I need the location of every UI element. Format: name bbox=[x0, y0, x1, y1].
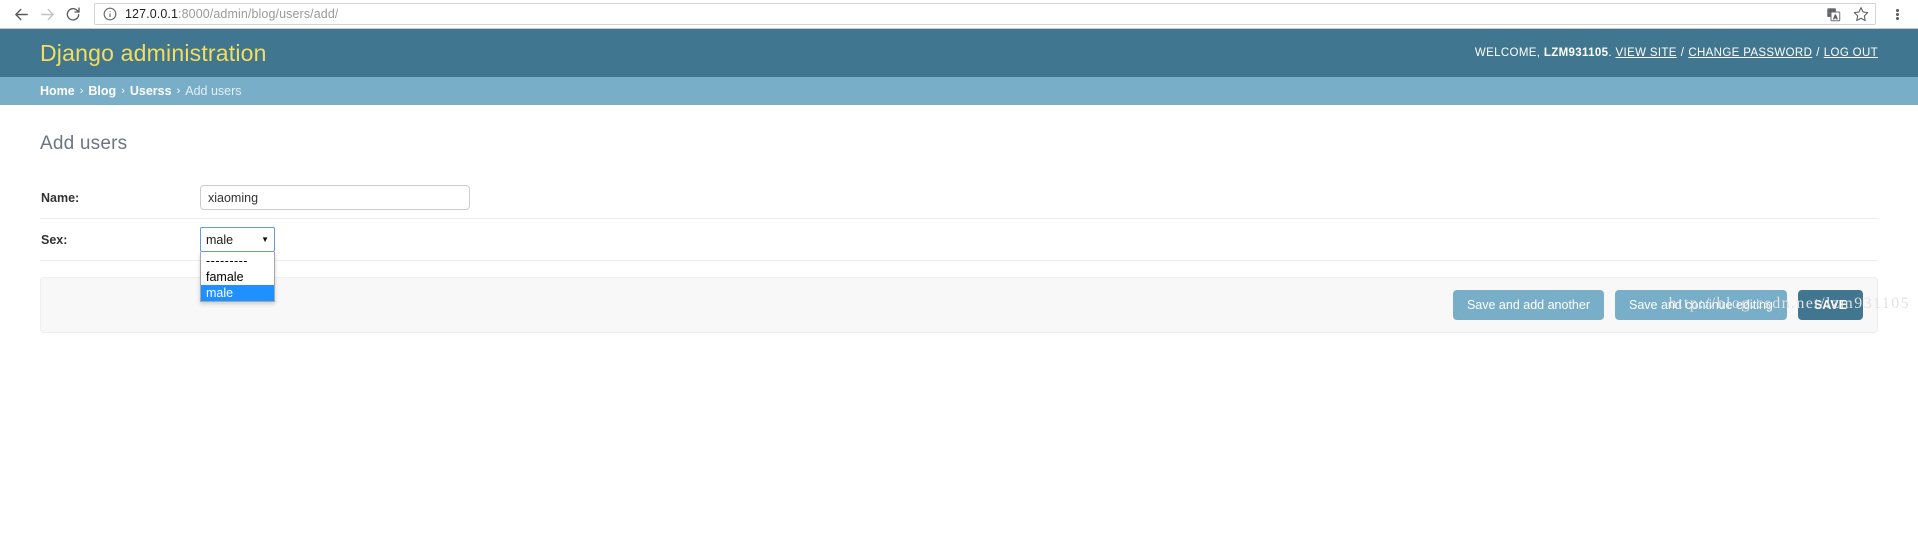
link-separator-1: / bbox=[1680, 47, 1685, 59]
watermark-text: http://blog.csdn.net/lzm931105 bbox=[1668, 295, 1910, 312]
sex-select[interactable]: male ▼ bbox=[200, 227, 275, 252]
browser-toolbar: 127.0.0.1:8000/admin/blog/users/add/ 文 A bbox=[0, 0, 1918, 29]
address-bar[interactable]: 127.0.0.1:8000/admin/blog/users/add/ 文 A bbox=[94, 3, 1876, 25]
site-branding[interactable]: Django administration bbox=[40, 40, 267, 67]
url-text: 127.0.0.1:8000/admin/blog/users/add/ bbox=[125, 7, 338, 21]
submit-row: Save and add another Save and continue e… bbox=[40, 277, 1878, 333]
sex-select-wrapper: male ▼ --------- famale male bbox=[200, 227, 275, 302]
log-out-link[interactable]: LOG OUT bbox=[1824, 47, 1878, 59]
forward-button[interactable] bbox=[34, 1, 60, 27]
star-icon[interactable] bbox=[1852, 6, 1869, 23]
main-content: Add users Name: Sex: male ▼ --------- fa… bbox=[0, 133, 1918, 333]
change-password-link[interactable]: CHANGE PASSWORD bbox=[1688, 47, 1812, 59]
form-row-name: Name: bbox=[40, 177, 1878, 219]
username-suffix: . bbox=[1608, 47, 1612, 59]
breadcrumb-item-current: Add users bbox=[185, 84, 242, 98]
page-title: Add users bbox=[40, 133, 128, 154]
form-row-sex: Sex: male ▼ --------- famale male bbox=[40, 219, 1878, 302]
breadcrumb-item-blog[interactable]: Blog bbox=[88, 84, 116, 98]
breadcrumb-chevron-icon: › bbox=[79, 85, 84, 97]
url-host: 127.0.0.1 bbox=[125, 7, 179, 21]
save-and-add-another-button[interactable]: Save and add another bbox=[1452, 290, 1604, 320]
name-label: Name: bbox=[41, 190, 80, 205]
username-label: LZM931105 bbox=[1543, 47, 1609, 59]
view-site-link[interactable]: VIEW SITE bbox=[1616, 47, 1677, 59]
sex-option-famale[interactable]: famale bbox=[201, 269, 274, 285]
user-tools: WELCOME, LZM931105. VIEW SITE / CHANGE P… bbox=[1475, 47, 1878, 59]
sex-option-blank[interactable]: --------- bbox=[201, 253, 274, 269]
breadcrumb-chevron-icon: › bbox=[176, 85, 181, 97]
browser-menu-button[interactable] bbox=[1884, 1, 1910, 27]
chevron-down-icon: ▼ bbox=[261, 234, 269, 244]
name-input[interactable] bbox=[200, 185, 470, 210]
sex-option-male[interactable]: male bbox=[201, 285, 274, 301]
back-button[interactable] bbox=[8, 1, 34, 27]
breadcrumb: Home › Blog › Userss › Add users bbox=[0, 77, 1918, 105]
url-path: :8000/admin/blog/users/add/ bbox=[178, 7, 339, 21]
add-users-form: Name: Sex: male ▼ --------- famale male bbox=[40, 177, 1878, 302]
three-dots-menu-icon bbox=[1895, 8, 1899, 21]
reload-button[interactable] bbox=[60, 1, 86, 27]
welcome-text: WELCOME, bbox=[1474, 47, 1541, 59]
arrow-left-icon bbox=[14, 8, 28, 20]
translate-icon[interactable]: 文 A bbox=[1825, 6, 1842, 23]
reload-icon bbox=[66, 7, 80, 21]
arrow-right-icon bbox=[40, 8, 54, 20]
info-circle-icon[interactable] bbox=[101, 5, 119, 23]
sex-options-dropdown: --------- famale male bbox=[200, 252, 275, 302]
omnibox-actions: 文 A bbox=[1817, 6, 1869, 23]
sex-label: Sex: bbox=[41, 232, 68, 247]
sex-select-value: male bbox=[206, 232, 234, 247]
breadcrumb-item-home[interactable]: Home bbox=[40, 84, 75, 98]
site-header: Django administration WELCOME, LZM931105… bbox=[0, 29, 1918, 77]
svg-text:A: A bbox=[1834, 14, 1838, 20]
link-separator-2: / bbox=[1816, 47, 1820, 59]
breadcrumb-item-userss[interactable]: Userss bbox=[130, 84, 172, 98]
breadcrumb-chevron-icon: › bbox=[121, 85, 125, 97]
